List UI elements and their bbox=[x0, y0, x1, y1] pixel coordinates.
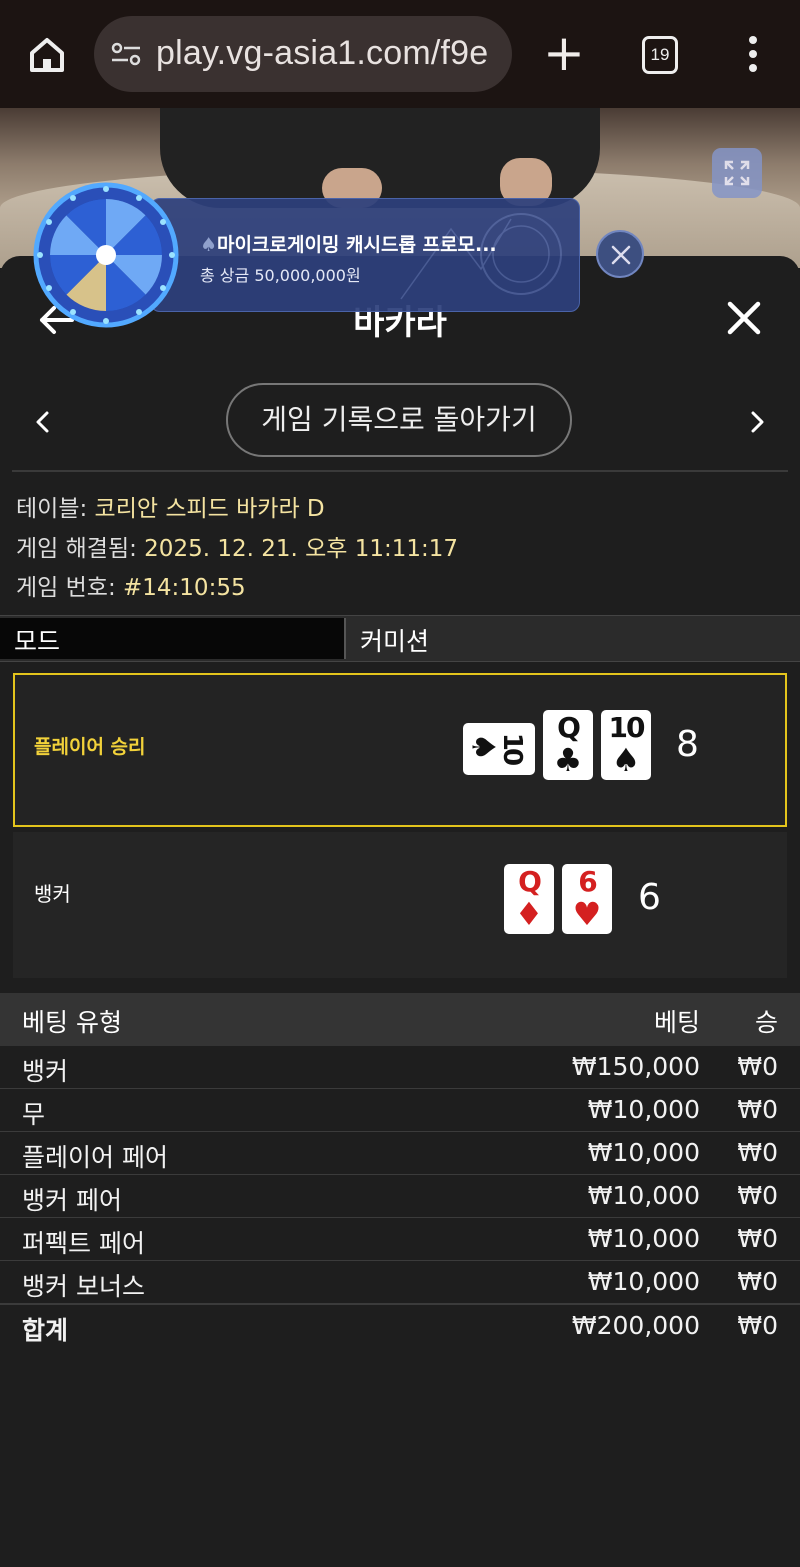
player-card-2-suit: ♣ bbox=[553, 741, 583, 779]
bet-amount: ₩10,000 bbox=[587, 1181, 700, 1210]
win-amount: ₩0 bbox=[737, 1267, 778, 1296]
table-row: 뱅커 보너스 ₩10,000 ₩0 bbox=[0, 1261, 800, 1305]
player-score: 8 bbox=[676, 724, 699, 765]
bet-type: 플레이어 페어 bbox=[22, 1143, 168, 1172]
table-info-value: 코리안 스피드 바카라 D bbox=[94, 496, 325, 522]
table-row: 뱅커 페어 ₩10,000 ₩0 bbox=[0, 1175, 800, 1219]
win-amount: ₩0 bbox=[737, 1052, 778, 1081]
fullscreen-icon[interactable] bbox=[712, 148, 762, 198]
bets-table-header: 베팅 유형 베팅 승 bbox=[0, 993, 800, 1046]
player-card-1-rank: 10 bbox=[497, 732, 528, 764]
bet-type: 퍼펙트 페어 bbox=[22, 1229, 145, 1258]
banker-score: 6 bbox=[638, 877, 661, 918]
win-amount: ₩0 bbox=[737, 1181, 778, 1210]
promo-title[interactable]: ♠마이크로게이밍 캐시드롭 프로모... bbox=[200, 230, 497, 257]
total-bet-amount: ₩200,000 bbox=[571, 1311, 700, 1340]
resolved-info: 게임 해결됨: 2025. 12. 21. 오후 11:11:17 bbox=[16, 529, 458, 563]
resolved-info-value: 2025. 12. 21. 오후 11:11:17 bbox=[144, 536, 459, 562]
address-bar[interactable]: play.vg-asia1.com/f9e bbox=[94, 16, 512, 92]
total-label: 합계 bbox=[22, 1316, 69, 1345]
table-row: 퍼펙트 페어 ₩10,000 ₩0 bbox=[0, 1218, 800, 1262]
bet-amount: ₩10,000 bbox=[587, 1095, 700, 1124]
player-card-2-rank: Q bbox=[557, 711, 581, 744]
next-game-chevron-icon[interactable] bbox=[746, 404, 770, 440]
banker-card-1-suit: ♦ bbox=[514, 895, 544, 933]
bet-amount: ₩10,000 bbox=[587, 1138, 700, 1167]
close-icon[interactable] bbox=[724, 298, 764, 338]
total-win-amount: ₩0 bbox=[737, 1311, 778, 1340]
player-card-1: ♠ 10 bbox=[463, 723, 535, 775]
divider bbox=[12, 470, 788, 472]
promo-close-icon[interactable] bbox=[596, 230, 644, 278]
promo-title-text: 마이크로게이밍 캐시드롭 프로모... bbox=[217, 234, 497, 256]
browser-menu-icon[interactable] bbox=[740, 36, 766, 76]
previous-game-chevron-icon[interactable] bbox=[30, 404, 54, 440]
game-number-label: 게임 번호: bbox=[16, 575, 124, 601]
player-result-label: 플레이어 승리 bbox=[34, 736, 146, 758]
player-card-3-suit: ♠ bbox=[611, 741, 641, 779]
browser-toolbar: play.vg-asia1.com/f9e + 19 bbox=[0, 0, 800, 108]
bet-type: 무 bbox=[22, 1100, 46, 1129]
header-bet-type: 베팅 유형 bbox=[22, 1008, 122, 1037]
player-card-2: Q ♣ bbox=[543, 710, 593, 780]
new-tab-button[interactable]: + bbox=[540, 28, 588, 80]
back-to-history-button[interactable]: 게임 기록으로 돌아가기 bbox=[226, 383, 572, 457]
table-row: 뱅커 ₩150,000 ₩0 bbox=[0, 1046, 800, 1090]
bet-type: 뱅커 bbox=[22, 1057, 69, 1086]
banker-card-2-suit: ♥ bbox=[572, 895, 602, 933]
bet-type: 뱅커 페어 bbox=[22, 1186, 122, 1215]
bet-amount: ₩10,000 bbox=[587, 1224, 700, 1253]
spade-icon: ♠ bbox=[200, 234, 218, 256]
table-info-label: 테이블: bbox=[16, 496, 95, 522]
promo-subtitle: 총 상금 50,000,000원 bbox=[200, 266, 361, 285]
win-amount: ₩0 bbox=[737, 1095, 778, 1124]
bet-amount: ₩150,000 bbox=[571, 1052, 700, 1081]
game-number-value: #14:10:55 bbox=[123, 575, 246, 601]
win-amount: ₩0 bbox=[737, 1138, 778, 1167]
header-win: 승 bbox=[754, 1008, 778, 1037]
table-row: 플레이어 페어 ₩10,000 ₩0 bbox=[0, 1132, 800, 1176]
win-amount: ₩0 bbox=[737, 1224, 778, 1253]
header-bet-amount: 베팅 bbox=[653, 1008, 700, 1037]
table-row: 무 ₩10,000 ₩0 bbox=[0, 1089, 800, 1133]
url-text[interactable]: play.vg-asia1.com/f9e bbox=[156, 34, 488, 73]
table-info: 테이블: 코리안 스피드 바카라 D bbox=[16, 489, 325, 523]
banker-card-2: 6 ♥ bbox=[562, 864, 612, 934]
banker-result-label: 뱅커 bbox=[34, 882, 71, 906]
mode-label: 모드 bbox=[14, 627, 61, 656]
player-card-3-rank: 10 bbox=[608, 711, 646, 744]
tab-switcher-button[interactable]: 19 bbox=[642, 36, 678, 74]
game-number-info: 게임 번호: #14:10:55 bbox=[16, 568, 246, 602]
banker-card-1: Q ♦ bbox=[504, 864, 554, 934]
bet-amount: ₩10,000 bbox=[587, 1267, 700, 1296]
banker-result-box bbox=[13, 832, 787, 978]
resolved-info-label: 게임 해결됨: bbox=[16, 536, 145, 562]
table-total-row: 합계 ₩200,000 ₩0 bbox=[0, 1305, 800, 1347]
home-icon[interactable] bbox=[22, 30, 72, 80]
site-settings-icon[interactable] bbox=[110, 38, 142, 70]
commission-label: 커미션 bbox=[360, 627, 430, 656]
player-card-3: 10 ♠ bbox=[601, 710, 651, 780]
prize-wheel-icon[interactable] bbox=[32, 181, 180, 329]
banker-card-1-rank: Q bbox=[518, 865, 542, 898]
banker-card-2-rank: 6 bbox=[578, 865, 597, 898]
bet-type: 뱅커 보너스 bbox=[22, 1272, 145, 1301]
